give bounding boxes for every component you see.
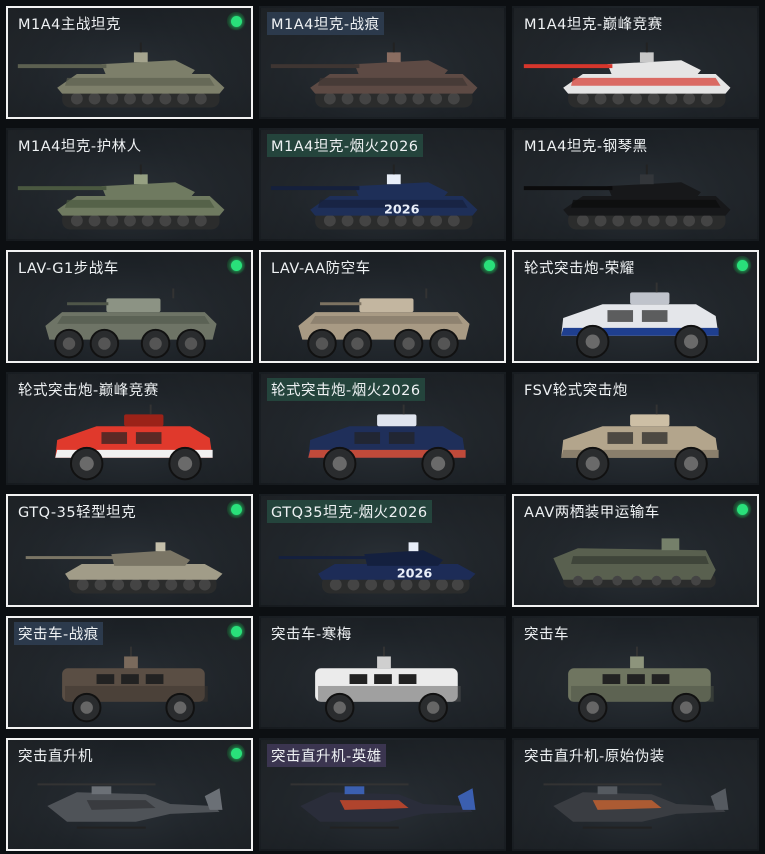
vehicle-image-heli [290, 783, 476, 829]
vehicle-image-heli [543, 783, 729, 829]
vehicle-skin-grid: M1A4主战坦克 M1A4坦克-战痕 M1A4坦克-巅峰竞赛 M1A4坦克-护林人 M1… [0, 0, 765, 854]
vehicle-card[interactable]: LAV-AA防空车 [259, 250, 506, 363]
owned-indicator-icon [733, 500, 751, 518]
vehicle-card[interactable]: 突击直升机 [6, 738, 253, 851]
vehicle-image-truck [568, 646, 714, 723]
owned-indicator-icon [227, 744, 245, 762]
vehicle-image-ifv [45, 288, 217, 359]
vehicle-image-apc [308, 404, 466, 481]
vehicle-image-tank [523, 164, 731, 230]
vehicle-image-tank [270, 42, 478, 108]
vehicle-card[interactable]: LAV-G1步战车 [6, 250, 253, 363]
vehicle-card[interactable]: FSV轮式突击炮 [512, 372, 759, 485]
owned-indicator-icon [480, 256, 498, 274]
svg-text:2026: 2026 [397, 567, 433, 582]
vehicle-image-lighttank: 2026 [278, 542, 476, 594]
vehicle-card[interactable]: 突击直升机-英雄 [259, 738, 506, 851]
vehicle-image-tank [17, 164, 225, 230]
vehicle-card[interactable]: 突击车-寒梅 [259, 616, 506, 729]
vehicle-card[interactable]: AAV两栖装甲运输车 [512, 494, 759, 607]
owned-indicator-icon [227, 12, 245, 30]
vehicle-image-tank [523, 42, 731, 108]
vehicle-card[interactable]: M1A4主战坦克 [6, 6, 253, 119]
vehicle-image-truck [62, 646, 208, 723]
vehicle-card[interactable]: 轮式突击炮-荣耀 [512, 250, 759, 363]
vehicle-card[interactable]: 突击车 [512, 616, 759, 729]
vehicle-card[interactable]: M1A4坦克-钢琴黑 [512, 128, 759, 241]
owned-indicator-icon [227, 256, 245, 274]
vehicle-image-ifv [298, 288, 470, 359]
svg-text:2026: 2026 [384, 203, 420, 218]
vehicle-card[interactable]: M1A4坦克-战痕 [259, 6, 506, 119]
vehicle-image-amphib [553, 538, 716, 588]
vehicle-image-lighttank [25, 542, 223, 594]
vehicle-card[interactable]: 轮式突击炮-烟火2026 [259, 372, 506, 485]
owned-indicator-icon [227, 500, 245, 518]
vehicle-image-tank [17, 42, 225, 108]
vehicle-card[interactable]: GTQ-35轻型坦克 [6, 494, 253, 607]
vehicle-image-tank: 2026 [270, 164, 478, 230]
vehicle-card[interactable]: M1A4坦克-巅峰竞赛 [512, 6, 759, 119]
vehicle-image-apc [55, 404, 213, 481]
vehicle-card[interactable]: M1A4坦克-护林人 [6, 128, 253, 241]
owned-indicator-icon [733, 256, 751, 274]
vehicle-image-apc [561, 282, 719, 359]
vehicle-card[interactable]: 突击直升机-原始伪装 [512, 738, 759, 851]
vehicle-card[interactable]: 轮式突击炮-巅峰竞赛 [6, 372, 253, 485]
vehicle-image-heli [37, 783, 223, 829]
vehicle-card[interactable]: M1A4坦克-烟火2026 2026 [259, 128, 506, 241]
owned-indicator-icon [227, 622, 245, 640]
vehicle-image-truck [315, 646, 461, 723]
vehicle-image-apc [561, 404, 719, 481]
vehicle-card[interactable]: GTQ35坦克-烟火2026 2026 [259, 494, 506, 607]
vehicle-card[interactable]: 突击车-战痕 [6, 616, 253, 729]
